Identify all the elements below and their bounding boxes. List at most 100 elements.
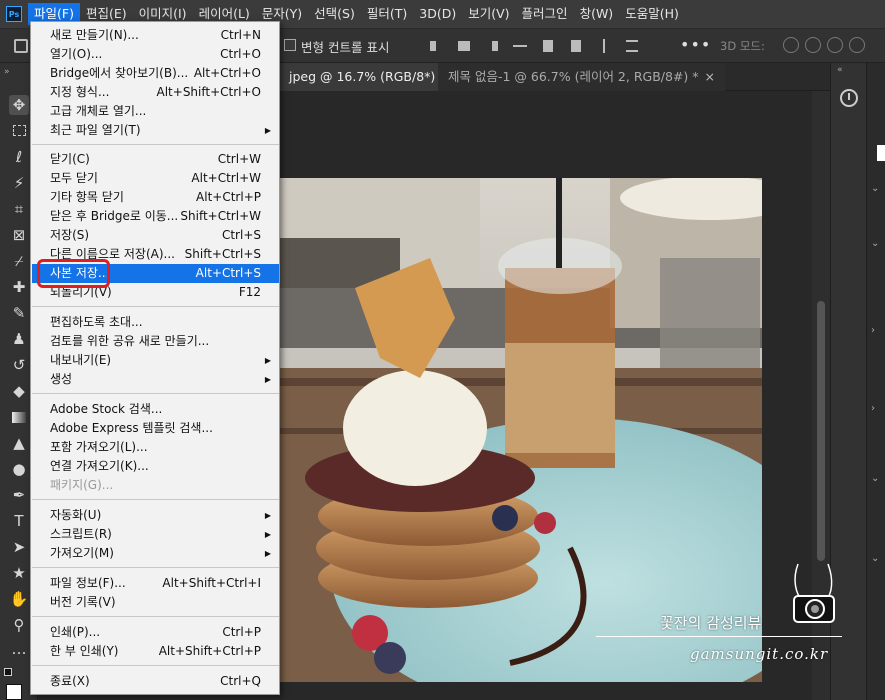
history-brush-tool-icon[interactable]: ↺ — [9, 355, 29, 375]
pan-3d-icon[interactable] — [827, 37, 843, 53]
distribute-icon[interactable] — [590, 37, 618, 55]
align-vcenter-icon[interactable] — [534, 37, 562, 55]
highlight-annotation — [37, 259, 110, 288]
menu-separator — [32, 665, 279, 666]
menu-item-place-embedded[interactable]: 포함 가져오기(L)... — [32, 438, 279, 457]
menu-item-close-others[interactable]: 기타 항목 닫기 Alt+Ctrl+P — [32, 188, 279, 207]
right-panel-strip: ⌄ ⌄ › › ⌄ ⌄ — [866, 63, 885, 700]
collapse-icon[interactable]: « — [837, 65, 843, 75]
slide-3d-icon[interactable] — [849, 37, 865, 53]
more-tools-icon[interactable]: … — [9, 639, 29, 659]
distribute-vertical-icon[interactable] — [618, 37, 646, 55]
menu-item-close-all[interactable]: 모두 닫기 Alt+Ctrl+W — [32, 169, 279, 188]
menu-item-open-as[interactable]: 지정 형식... Alt+Shift+Ctrl+O — [32, 83, 279, 102]
path-selection-tool-icon[interactable]: ➤ — [9, 537, 29, 557]
menu-item-invite-to-edit[interactable]: 편집하도록 초대... — [32, 313, 279, 332]
zoom-tool-icon[interactable]: ⚲ — [9, 615, 29, 635]
roll-3d-icon[interactable] — [805, 37, 821, 53]
menu-separator — [32, 499, 279, 500]
move-tool-icon[interactable]: ✥ — [9, 95, 29, 115]
camera-icon — [793, 563, 835, 623]
menu-3d[interactable]: 3D(D) — [413, 3, 462, 25]
dodge-tool-icon[interactable]: ● — [9, 459, 29, 479]
default-colors-icon[interactable] — [4, 668, 12, 676]
submenu-arrow-icon: ▶ — [264, 126, 271, 135]
blur-tool-icon[interactable]: ▲ — [9, 433, 29, 453]
menu-item-open[interactable]: 열기(O)... Ctrl+O — [32, 45, 279, 64]
foreground-color-swatch[interactable] — [6, 684, 22, 700]
document-image — [280, 178, 762, 682]
align-left-icon[interactable] — [422, 37, 450, 55]
color-swatch[interactable] — [877, 145, 885, 161]
align-hcenter-icon[interactable] — [450, 37, 478, 55]
menu-item-scripts[interactable]: 스크립트(R) ▶ — [32, 525, 279, 544]
collapse-icon[interactable]: » — [4, 67, 10, 77]
menu-item-print[interactable]: 인쇄(P)... Ctrl+P — [32, 623, 279, 642]
chevron-down-icon[interactable]: ⌄ — [871, 238, 879, 249]
gradient-tool-icon[interactable] — [9, 407, 29, 427]
home-icon[interactable] — [14, 39, 28, 53]
eyedropper-tool-icon[interactable]: ⌿ — [9, 251, 29, 271]
menu-item-save[interactable]: 저장(S) Ctrl+S — [32, 226, 279, 245]
brush-tool-icon[interactable]: ✎ — [9, 303, 29, 323]
tab-label: jpeg @ 16.7% (RGB/8*) * — [289, 69, 446, 84]
menu-item-new[interactable]: 새로 만들기(N)... Ctrl+N — [32, 26, 279, 45]
magic-wand-tool-icon[interactable]: ⚡ — [9, 173, 29, 193]
menu-item-share-for-review[interactable]: 검토를 위한 공유 새로 만들기... — [32, 332, 279, 351]
clone-stamp-tool-icon[interactable]: ♟ — [9, 329, 29, 349]
menu-item-export[interactable]: 내보내기(E) ▶ — [32, 351, 279, 370]
menu-plugins[interactable]: 플러그인 — [516, 3, 574, 25]
transform-controls-label: 변형 컨트롤 표시 — [301, 40, 390, 55]
menu-separator — [32, 306, 279, 307]
menu-item-file-info[interactable]: 파일 정보(F)... Alt+Shift+Ctrl+I — [32, 574, 279, 593]
type-tool-icon[interactable]: T — [9, 511, 29, 531]
healing-brush-tool-icon[interactable]: ✚ — [9, 277, 29, 297]
threed-mode-tools — [783, 37, 865, 53]
menu-item-browse-bridge[interactable]: Bridge에서 찾아보기(B)... Alt+Ctrl+O — [32, 64, 279, 83]
chevron-down-icon[interactable]: ⌄ — [871, 553, 879, 564]
chevron-right-icon[interactable]: › — [871, 325, 875, 336]
menu-item-exit[interactable]: 종료(X) Ctrl+Q — [32, 672, 279, 691]
tab-document-untitled[interactable]: 제목 없음-1 @ 66.7% (레이어 2, RGB/8#) * × — [438, 63, 725, 91]
menu-item-adobe-stock[interactable]: Adobe Stock 검색... — [32, 400, 279, 419]
pen-tool-icon[interactable]: ✒ — [9, 485, 29, 505]
submenu-arrow-icon: ▶ — [264, 375, 271, 384]
menu-help[interactable]: 도움말(H) — [619, 3, 685, 25]
orbit-3d-icon[interactable] — [783, 37, 799, 53]
eraser-tool-icon[interactable]: ◆ — [9, 381, 29, 401]
more-options-button[interactable]: ••• — [680, 35, 711, 54]
align-top-icon[interactable] — [506, 37, 534, 55]
menu-item-automate[interactable]: 자동화(U) ▶ — [32, 506, 279, 525]
pancake-photo — [280, 178, 762, 682]
chevron-down-icon[interactable]: ⌄ — [871, 183, 879, 194]
hand-tool-icon[interactable]: ✋ — [9, 589, 29, 609]
menu-item-close-go-bridge[interactable]: 닫은 후 Bridge로 이동... Shift+Ctrl+W — [32, 207, 279, 226]
menu-item-generate[interactable]: 생성 ▶ — [32, 370, 279, 389]
menu-item-version-history[interactable]: 버전 기록(V) — [32, 593, 279, 612]
menu-window[interactable]: 창(W) — [574, 3, 620, 25]
frame-tool-icon[interactable]: ⊠ — [9, 225, 29, 245]
menu-item-adobe-express[interactable]: Adobe Express 템플릿 검색... — [32, 419, 279, 438]
close-icon[interactable]: × — [705, 69, 715, 84]
shape-tool-icon[interactable]: ★ — [9, 563, 29, 583]
history-icon[interactable] — [840, 89, 858, 107]
crop-tool-icon[interactable]: ⌗ — [9, 199, 29, 219]
menu-view[interactable]: 보기(V) — [462, 3, 515, 25]
menu-item-place-linked[interactable]: 연결 가져오기(K)... — [32, 457, 279, 476]
scroll-thumb[interactable] — [817, 301, 825, 561]
chevron-down-icon[interactable]: ⌄ — [871, 473, 879, 484]
menu-item-print-one-copy[interactable]: 한 부 인쇄(Y) Alt+Shift+Ctrl+P — [32, 642, 279, 661]
lasso-tool-icon[interactable]: ℓ — [9, 147, 29, 167]
marquee-tool-icon[interactable] — [9, 120, 29, 140]
menu-select[interactable]: 선택(S) — [308, 3, 361, 25]
align-bottom-icon[interactable] — [562, 37, 590, 55]
transform-controls-checkbox[interactable] — [284, 39, 296, 51]
align-right-icon[interactable] — [478, 37, 506, 55]
menu-item-close[interactable]: 닫기(C) Ctrl+W — [32, 150, 279, 169]
chevron-right-icon[interactable]: › — [871, 403, 875, 414]
tab-label: 제목 없음-1 @ 66.7% (레이어 2, RGB/8#) * — [448, 69, 699, 84]
menu-item-open-smart-object[interactable]: 고급 개체로 열기... — [32, 102, 279, 121]
menu-filter[interactable]: 필터(T) — [361, 3, 413, 25]
menu-item-open-recent[interactable]: 최근 파일 열기(T) ▶ — [32, 121, 279, 140]
menu-item-import[interactable]: 가져오기(M) ▶ — [32, 544, 279, 563]
